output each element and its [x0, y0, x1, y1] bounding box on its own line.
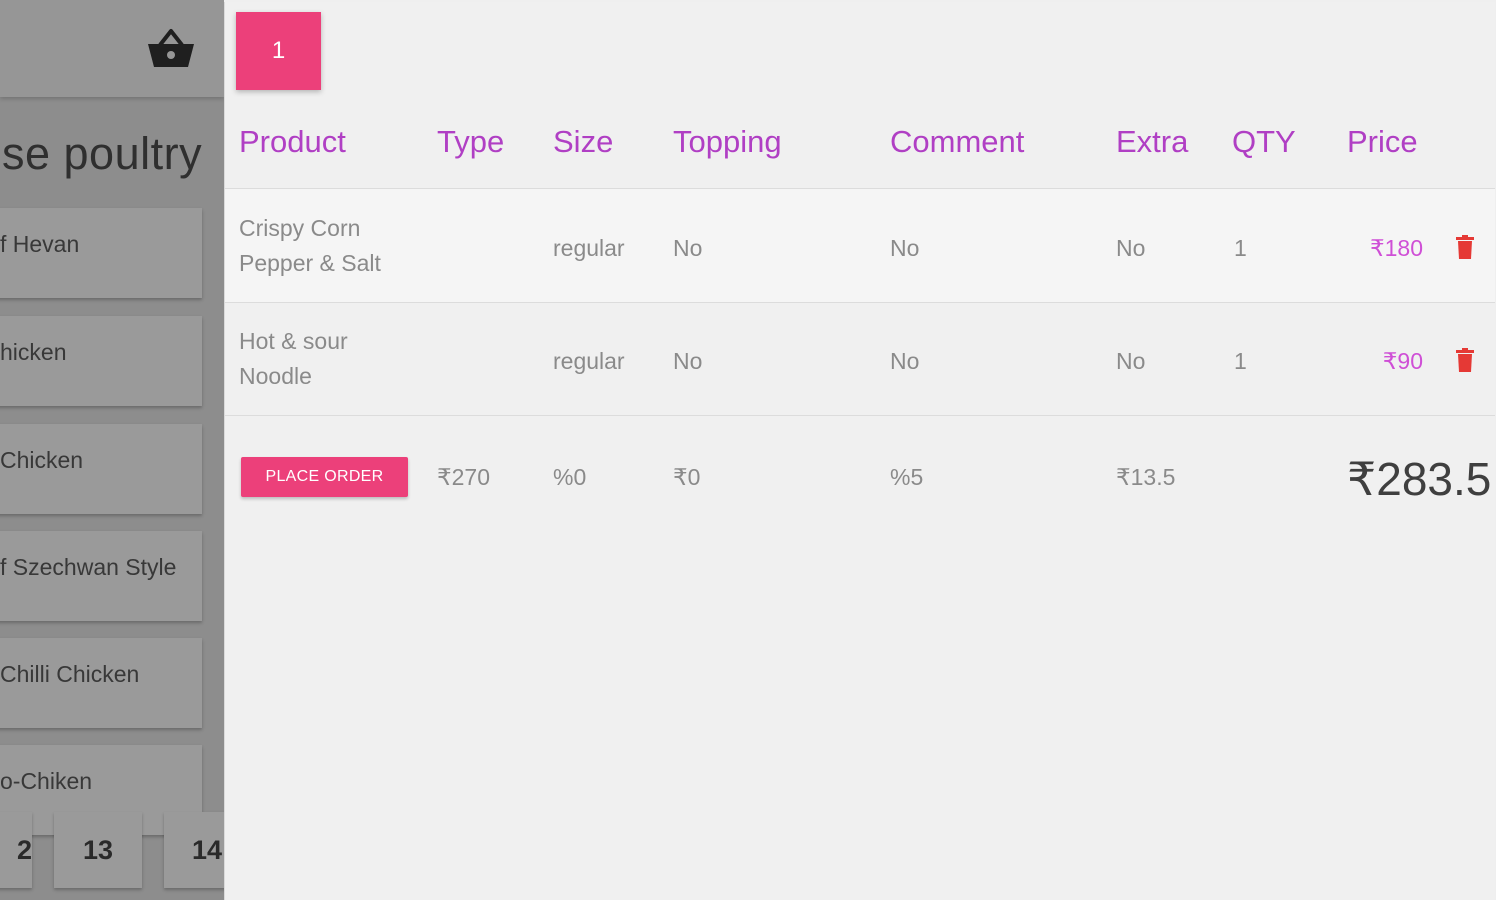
column-header-size: Size	[553, 124, 614, 159]
page-button[interactable]: 2	[0, 812, 32, 888]
cell-product: Crispy Corn Pepper & Salt	[239, 215, 381, 276]
column-header-qty: QTY	[1232, 124, 1296, 159]
menu-item-label: f Szechwan Style	[0, 554, 177, 580]
topping-total-value: ₹0	[673, 464, 701, 490]
cell-size: regular	[553, 235, 625, 261]
extra-total-value: ₹13.5	[1116, 464, 1176, 490]
cell-qty: 1	[1234, 348, 1247, 374]
trash-icon[interactable]	[1455, 235, 1475, 259]
basket-icon[interactable]	[146, 27, 196, 71]
trash-icon[interactable]	[1455, 348, 1475, 372]
page-button-label: 13	[82, 835, 114, 865]
cell-comment: No	[890, 235, 920, 261]
comment-total-value: %5	[890, 464, 924, 490]
menu-item-label: f Hevan	[0, 231, 80, 257]
order-panel: 1 Product Type Size Topping Comment Extr…	[224, 2, 1495, 900]
menu-item-card[interactable]: f Hevan	[0, 208, 202, 298]
menu-item-card[interactable]: f Szechwan Style	[0, 531, 202, 621]
size-total-value: %0	[553, 464, 587, 490]
table-row: Crispy Corn Pepper & Salt regular No No …	[225, 188, 1495, 303]
menu-item-label: Chicken	[0, 447, 84, 473]
menu-item-card[interactable]: hicken	[0, 316, 202, 406]
cell-size: regular	[553, 348, 625, 374]
column-header-type: Type	[437, 124, 505, 159]
column-header-price: Price	[1347, 124, 1418, 159]
page-button-label: 14	[192, 835, 223, 865]
menu-header	[0, 0, 224, 97]
cell-product: Hot & sour Noodle	[239, 328, 348, 389]
cell-comment: No	[890, 348, 920, 374]
cell-topping: No	[673, 235, 703, 261]
menu-item-label: hicken	[0, 339, 67, 365]
cell-extra: No	[1116, 235, 1146, 261]
cell-topping: No	[673, 348, 703, 374]
menu-item-label: Chilli Chicken	[0, 661, 140, 687]
column-header-extra: Extra	[1116, 124, 1189, 159]
cell-extra: No	[1116, 348, 1146, 374]
column-header-topping: Topping	[673, 124, 782, 159]
page-button[interactable]: 13	[54, 812, 142, 888]
category-title: se poultry	[2, 128, 203, 179]
app-screen: se poultry f Hevan hicken Chicken f Szec…	[0, 0, 1496, 900]
table-row: Hot & sour Noodle regular No No No 1 ₹90	[225, 302, 1495, 416]
column-header-product: Product	[239, 124, 346, 159]
menu-item-card[interactable]: Chilli Chicken	[0, 638, 202, 728]
cell-qty: 1	[1234, 235, 1247, 261]
subtotal-value: ₹270	[437, 464, 491, 490]
cell-price: ₹180	[1369, 235, 1423, 261]
table-tab[interactable]: 1	[236, 12, 321, 90]
page-button[interactable]: 14	[164, 812, 224, 888]
page-button-label: 2	[16, 835, 32, 865]
place-order-button[interactable]: PLACE ORDER	[241, 457, 408, 497]
menu-panel: se poultry f Hevan hicken Chicken f Szec…	[0, 0, 224, 900]
cell-price: ₹90	[1382, 348, 1423, 374]
grand-total: ₹283.5	[1347, 453, 1492, 505]
menu-item-card[interactable]: Chicken	[0, 424, 202, 514]
column-header-comment: Comment	[890, 124, 1025, 159]
